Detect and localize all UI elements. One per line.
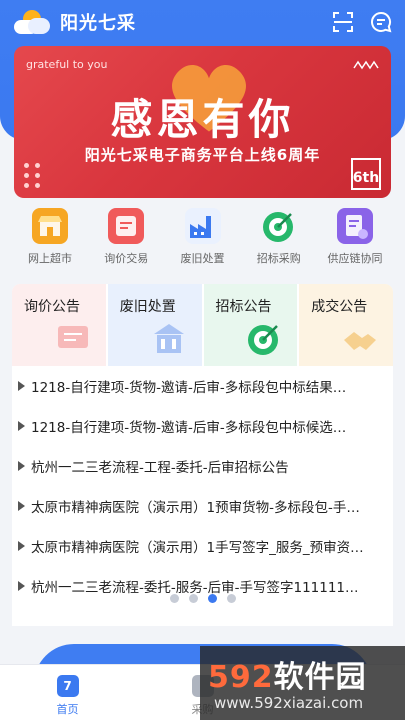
- play-icon: [18, 461, 25, 471]
- top-bar: 阳光七采: [0, 0, 405, 44]
- store-icon: [32, 208, 68, 244]
- play-icon: [18, 581, 25, 591]
- pager-dot[interactable]: [188, 594, 198, 603]
- chat-icon[interactable]: [369, 10, 393, 34]
- quick-nav-label: 询价交易: [104, 252, 149, 265]
- promo-banner[interactable]: grateful to you 感恩有你 阳光七采电子商务平台上线6周年 6th: [14, 46, 391, 198]
- handshake-icon: [344, 332, 376, 350]
- scan-icon[interactable]: [331, 10, 355, 34]
- category-label: 招标公告: [215, 299, 272, 315]
- pager-dot[interactable]: [169, 594, 179, 603]
- pager-dot[interactable]: [226, 594, 236, 603]
- category-bidding[interactable]: 招标公告: [203, 284, 298, 366]
- notice-title: 1218-自行建项-货物-邀请-后审-多标段包中标候选…: [31, 420, 347, 436]
- category-label: 成交公告: [311, 299, 368, 315]
- anniversary-badge: 6th: [351, 158, 381, 190]
- banner-tagline: grateful to you: [26, 58, 108, 71]
- watermark-url: www.592xiazai.com: [214, 694, 364, 712]
- notice-title: 杭州一二三老流程-委托-服务-后审-手写签字111111…: [31, 580, 359, 596]
- list-item[interactable]: 太原市精神病医院（演示用）1预审货物-多标段包-手…: [12, 486, 393, 526]
- quick-nav-label: 废旧处置: [180, 252, 225, 265]
- message-icon: [57, 326, 88, 348]
- play-icon: [18, 421, 25, 431]
- quick-nav-item-disposal[interactable]: 废旧处置: [165, 208, 241, 274]
- category-label: 废旧处置: [119, 299, 176, 315]
- wave-icon: [353, 60, 379, 70]
- quick-nav-label: 招标采购: [256, 252, 301, 265]
- quick-nav: 网上超市 询价交易 废旧处置 招标采购 供应链协同: [12, 208, 393, 274]
- list-item[interactable]: 1218-自行建项-货物-邀请-后审-多标段包中标结果…: [12, 366, 393, 406]
- pager-dot-active[interactable]: [207, 594, 217, 603]
- banner-subtitle: 阳光七采电子商务平台上线6周年: [84, 146, 321, 164]
- category-label: 询价公告: [24, 299, 80, 315]
- play-icon: [18, 541, 25, 551]
- play-icon: [18, 501, 25, 511]
- banner-headline: 感恩有你: [110, 95, 295, 144]
- notice-title: 杭州一二三老流程-工程-委托-后审招标公告: [31, 460, 289, 476]
- notice-category-tabs: 询价公告 废旧处置 招标公告 成交公告: [12, 284, 393, 366]
- home-icon: 7: [56, 675, 79, 697]
- notice-title: 太原市精神病医院（演示用）1手写签字_服务_预审资…: [31, 540, 364, 556]
- quick-nav-label: 网上超市: [28, 252, 72, 265]
- watermark-brand: 592软件园: [208, 660, 367, 695]
- target-icon: [248, 325, 279, 355]
- quick-nav-label: 供应链协同: [327, 252, 383, 265]
- factory-icon: [184, 208, 221, 244]
- quick-nav-item-supply-chain[interactable]: 供应链协同: [317, 208, 393, 274]
- target-icon: [261, 208, 297, 244]
- app-logo: [12, 8, 52, 36]
- tab-label: 首页: [56, 703, 79, 716]
- app-title: 阳光七采: [60, 13, 136, 34]
- quick-nav-item-inquiry[interactable]: 询价交易: [88, 208, 164, 274]
- notice-title: 太原市精神病医院（演示用）1预审货物-多标段包-手…: [31, 500, 360, 516]
- category-deal[interactable]: 成交公告: [299, 284, 393, 366]
- category-disposal[interactable]: 废旧处置: [107, 284, 202, 366]
- building-icon: [153, 324, 184, 353]
- tab-home[interactable]: 7 首页: [0, 665, 135, 720]
- notice-list: 1218-自行建项-货物-邀请-后审-多标段包中标结果… 1218-自行建项-货…: [12, 366, 393, 626]
- supply-chain-icon: [337, 208, 373, 244]
- play-icon: [18, 381, 25, 391]
- notice-title: 1218-自行建项-货物-邀请-后审-多标段包中标结果…: [31, 380, 347, 396]
- category-inquiry[interactable]: 询价公告: [12, 284, 106, 366]
- pager-dots: [12, 594, 393, 603]
- list-item[interactable]: 1218-自行建项-货物-邀请-后审-多标段包中标候选…: [12, 406, 393, 446]
- watermark: 592软件园 www.592xiazai.com: [200, 646, 405, 720]
- banner-dots: [24, 163, 41, 188]
- quick-nav-item-bidding[interactable]: 招标采购: [241, 208, 317, 274]
- quick-nav-item-store[interactable]: 网上超市: [12, 208, 88, 274]
- inquiry-icon: [108, 208, 145, 244]
- list-item[interactable]: 太原市精神病医院（演示用）1手写签字_服务_预审资…: [12, 526, 393, 566]
- list-item[interactable]: 杭州一二三老流程-工程-委托-后审招标公告: [12, 446, 393, 486]
